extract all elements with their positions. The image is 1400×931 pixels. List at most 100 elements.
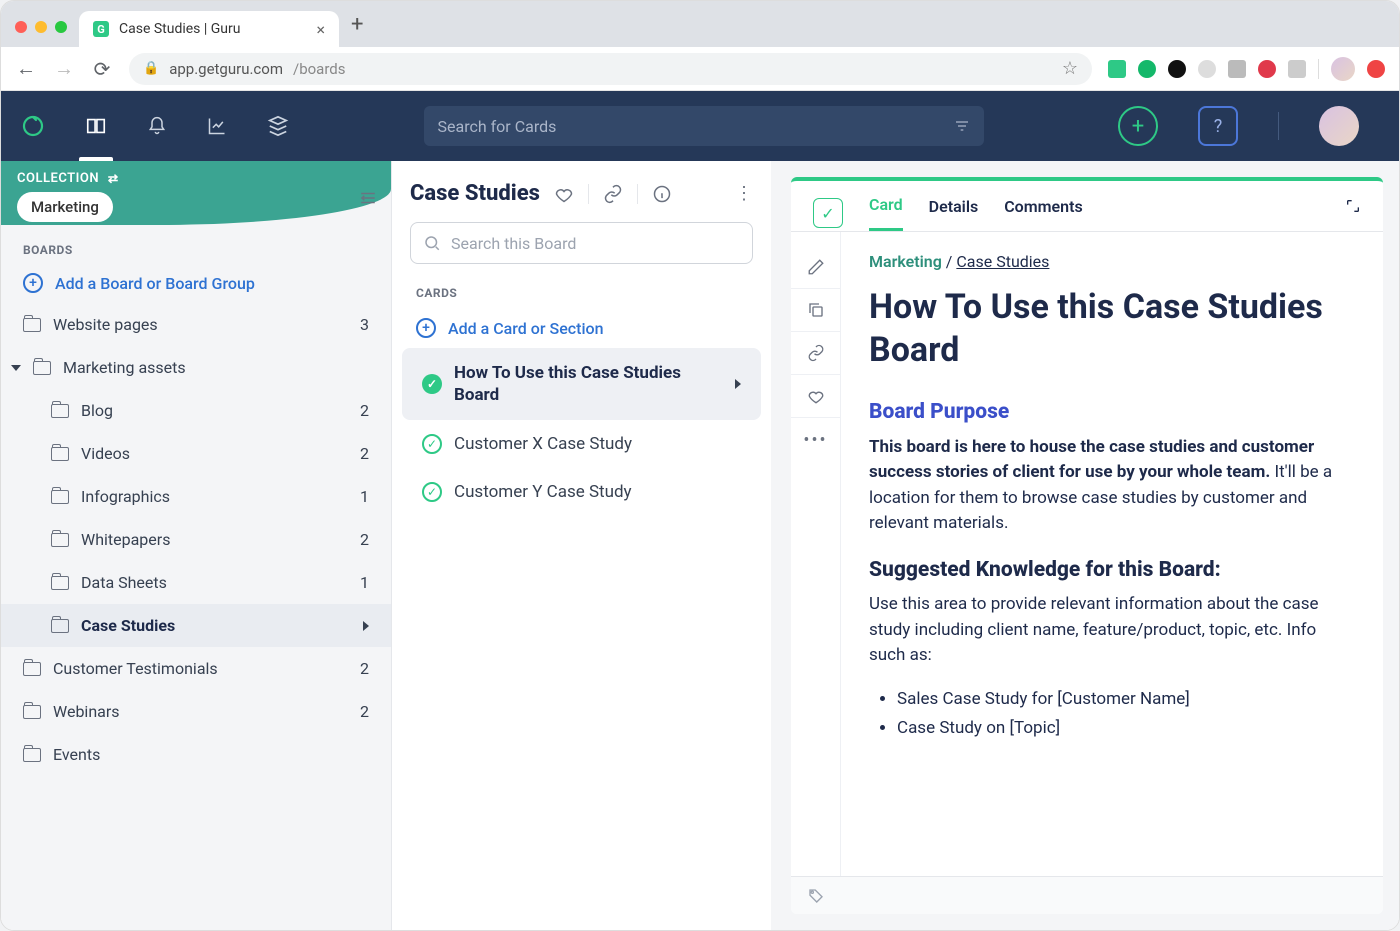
board-title: Case Studies [410,181,540,206]
collection-chip[interactable]: Marketing [17,192,113,222]
board-item-website-pages[interactable]: Website pages 3 [1,303,391,346]
guru-logo-icon[interactable] [21,114,45,138]
extension-icon[interactable] [1258,60,1276,78]
boards-section-label: BOARDS [1,225,391,263]
tab-favicon-icon: G [93,21,109,37]
search-filter-icon[interactable] [954,118,970,134]
minimize-window-icon[interactable] [35,21,47,33]
extension-icon[interactable] [1288,60,1306,78]
expand-icon[interactable] [1345,198,1361,228]
board-search-input[interactable]: Search this Board [410,222,753,264]
tab-close-icon[interactable]: × [316,20,325,39]
tag-bar[interactable] [791,876,1383,914]
breadcrumb-board[interactable]: Case Studies [956,252,1049,271]
url-path: /boards [293,60,345,78]
add-card-label: Add a Card or Section [448,319,604,338]
extension-icon[interactable] [1138,60,1156,78]
board-item-case-studies[interactable]: Case Studies [1,604,391,647]
extension-icon[interactable] [1108,60,1126,78]
collection-label: COLLECTION [17,171,99,186]
card-item-customer-y[interactable]: ✓ Customer Y Case Study [402,468,761,516]
profile-avatar-icon[interactable] [1331,57,1355,81]
more-icon[interactable]: ••• [791,417,840,463]
tab-title: Case Studies | Guru [119,21,241,37]
breadcrumb-collection[interactable]: Marketing [869,252,942,271]
board-item-videos[interactable]: Videos 2 [1,432,391,475]
board-purpose-heading: Board Purpose [869,397,1355,429]
bullet-list: Sales Case Study for [Customer Name] Cas… [869,687,1355,742]
nav-analytics-icon[interactable] [207,116,227,136]
reload-button[interactable]: ⟳ [91,57,113,81]
back-button[interactable]: ← [15,56,37,81]
card-item-how-to-use[interactable]: ✓ How To Use this Case Studies Board [402,348,761,420]
maximize-window-icon[interactable] [55,21,67,33]
help-button[interactable]: ? [1198,106,1238,146]
add-board-label: Add a Board or Board Group [55,274,255,293]
info-icon[interactable] [652,184,672,204]
board-item-blog[interactable]: Blog 2 [1,389,391,432]
verified-check-icon: ✓ [422,482,442,502]
edit-icon[interactable] [791,246,840,288]
tab-details[interactable]: Details [929,197,979,230]
global-search-input[interactable]: Search for Cards [424,106,984,146]
browser-tab[interactable]: G Case Studies | Guru × [79,11,339,47]
sidebar: COLLECTION ⇅ Marketing BOARDS + Add a Bo… [1,161,391,930]
app-nav: Search for Cards + ? [1,91,1399,161]
collection-switch-icon[interactable]: ⇅ [105,173,119,184]
board-item-events[interactable]: Events [1,733,391,776]
verify-button[interactable]: ✓ [813,198,843,228]
tab-comments[interactable]: Comments [1004,197,1082,230]
user-avatar[interactable] [1319,106,1359,146]
folder-icon [51,404,69,418]
favorite-icon[interactable] [554,184,574,204]
card-item-customer-x[interactable]: ✓ Customer X Case Study [402,420,761,468]
card-content: Marketing / Case Studies How To Use this… [841,232,1383,876]
collapse-sidebar-icon[interactable] [359,189,377,207]
bookmark-star-icon[interactable]: ☆ [1062,58,1078,79]
add-card-link[interactable]: + Add a Card or Section [392,308,771,348]
nav-notifications-icon[interactable] [147,116,167,136]
tab-card[interactable]: Card [869,195,903,231]
board-search-placeholder: Search this Board [451,234,576,253]
folder-icon [51,490,69,504]
board-item-data-sheets[interactable]: Data Sheets 1 [1,561,391,604]
plus-circle-icon: + [416,318,436,338]
folder-icon [23,662,41,676]
create-button[interactable]: + [1118,106,1158,146]
favorite-icon[interactable] [791,374,840,417]
extension-icon[interactable] [1228,60,1246,78]
card-side-toolbar: ••• [791,232,841,876]
list-item: Sales Case Study for [Customer Name] [897,687,1355,713]
board-item-infographics[interactable]: Infographics 1 [1,475,391,518]
extension-icon[interactable] [1367,60,1385,78]
folder-icon [51,447,69,461]
new-tab-button[interactable]: + [339,12,375,47]
link-icon[interactable] [603,184,623,204]
list-item: Case Study on [Topic] [897,716,1355,742]
nav-collections-icon[interactable] [267,115,289,137]
add-board-link[interactable]: + Add a Board or Board Group [1,263,391,303]
link-icon[interactable] [791,331,840,374]
more-options-icon[interactable]: ⋮ [735,183,753,204]
cards-section-label: CARDS [392,264,771,308]
extension-icon[interactable] [1168,60,1186,78]
nav-library-icon[interactable] [85,115,107,137]
extension-icon[interactable] [1198,60,1216,78]
chevron-right-icon [735,379,741,389]
board-item-customer-testimonials[interactable]: Customer Testimonials 2 [1,647,391,690]
verified-check-icon: ✓ [422,434,442,454]
card-panel: ✓ Card Details Comments [771,161,1399,930]
suggested-heading: Suggested Knowledge for this Board: [869,555,1355,587]
copy-icon[interactable] [791,288,840,331]
board-item-whitepapers[interactable]: Whitepapers 2 [1,518,391,561]
board-item-webinars[interactable]: Webinars 2 [1,690,391,733]
search-placeholder: Search for Cards [438,117,557,136]
close-window-icon[interactable] [15,21,27,33]
folder-icon [51,576,69,590]
url-input[interactable]: 🔒 app.getguru.com/boards ☆ [129,53,1092,85]
board-group-marketing-assets[interactable]: Marketing assets [1,346,391,389]
browser-address-bar: ← → ⟳ 🔒 app.getguru.com/boards ☆ [1,47,1399,91]
forward-button[interactable]: → [53,56,75,81]
purpose-paragraph: This board is here to house the case stu… [869,435,1355,537]
chevron-down-icon [11,365,21,371]
